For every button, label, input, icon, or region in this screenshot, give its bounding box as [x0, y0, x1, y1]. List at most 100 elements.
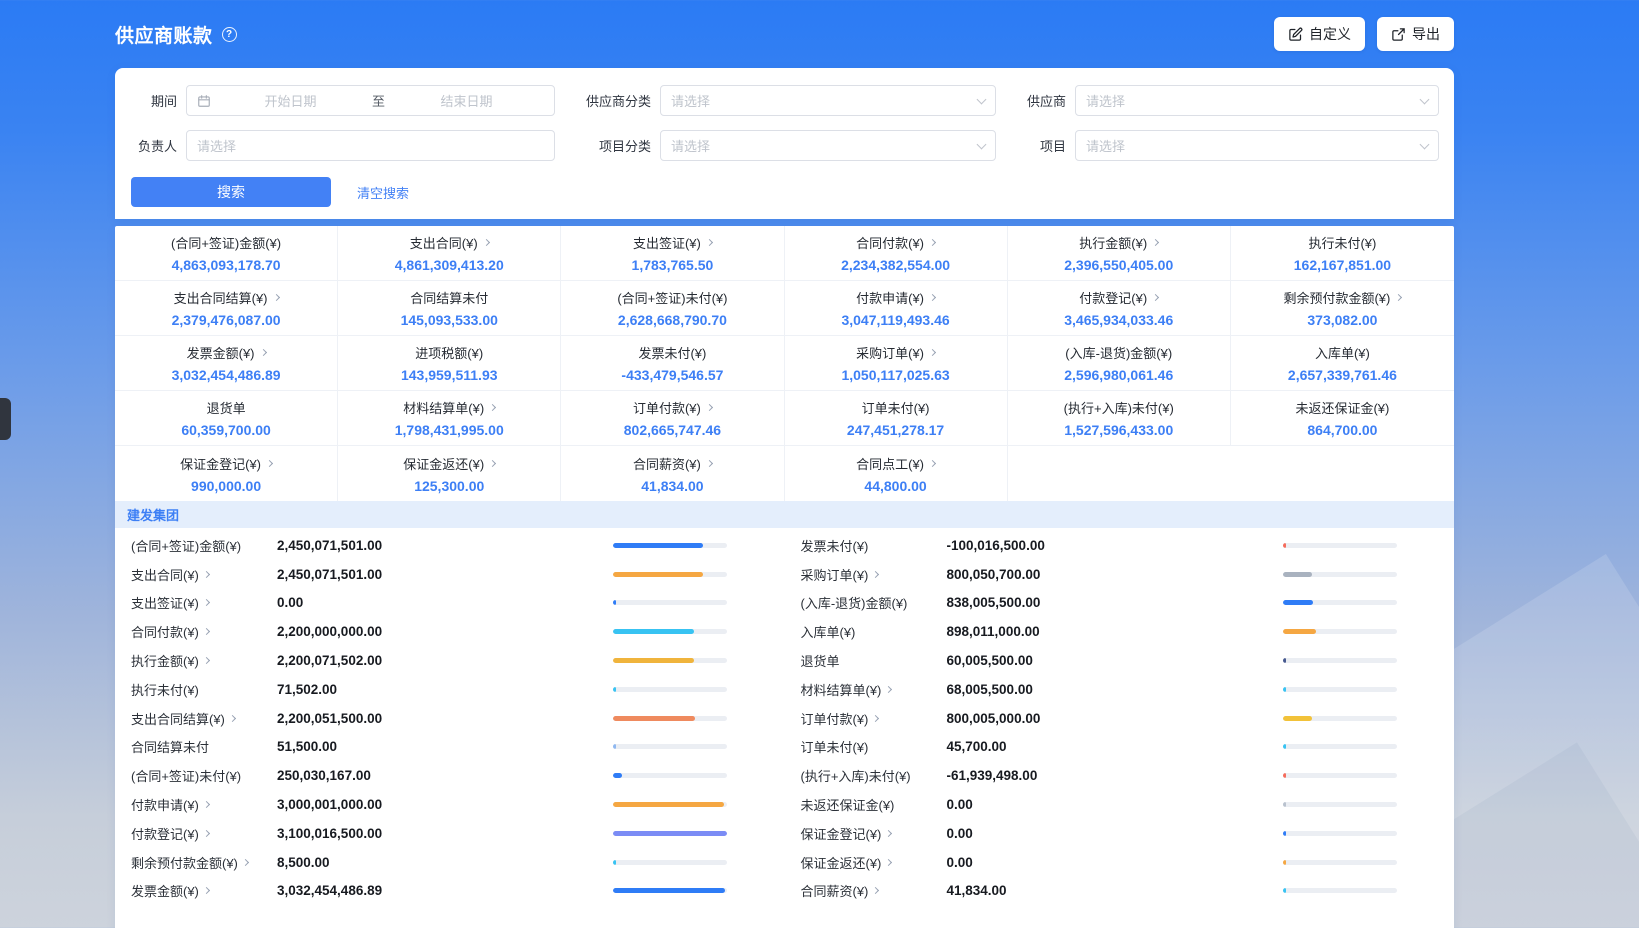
summary-metric-cell[interactable]: 合同点工(¥) 44,800.00 — [785, 446, 1008, 501]
progress-bar — [1283, 687, 1397, 692]
metric-value: 247,451,278.17 — [847, 422, 944, 438]
progress-bar-fill — [613, 860, 616, 865]
summary-metric-cell[interactable]: 支出合同(¥) 4,861,309,413.20 — [338, 226, 561, 281]
start-date-input[interactable]: 开始日期 — [213, 91, 368, 110]
progress-bar-fill — [1283, 572, 1313, 577]
export-icon — [1391, 27, 1406, 42]
date-range-picker[interactable]: 开始日期 至 结束日期 — [186, 85, 555, 116]
supplier-select[interactable]: 请选择 — [1075, 85, 1439, 116]
account-row[interactable]: 订单付款(¥) 800,005,000.00 — [785, 704, 1455, 733]
chevron-right-icon — [203, 599, 210, 606]
metric-label: 退货单 — [207, 398, 246, 417]
account-row[interactable]: 材料结算单(¥) 68,005,500.00 — [785, 675, 1455, 704]
customize-button[interactable]: 自定义 — [1274, 17, 1365, 51]
summary-metric-cell[interactable]: 订单付款(¥) 802,665,747.46 — [561, 391, 784, 446]
account-row: 入库单(¥) 898,011,000.00 — [785, 617, 1455, 646]
chevron-right-icon — [929, 239, 936, 246]
metric-label: 执行未付(¥) — [131, 680, 199, 699]
help-icon[interactable]: ? — [222, 27, 237, 42]
metric-label: 支出合同结算(¥) — [131, 709, 225, 728]
account-row[interactable]: 执行金额(¥) 2,200,071,502.00 — [115, 646, 785, 675]
account-row[interactable]: 保证金登记(¥) 0.00 — [785, 819, 1455, 848]
metric-value: 1,798,431,995.00 — [395, 422, 504, 438]
export-button[interactable]: 导出 — [1377, 17, 1454, 51]
metric-label: 入库单(¥) — [801, 622, 856, 641]
chevron-right-icon — [203, 628, 210, 635]
metric-label: 合同结算未付 — [410, 288, 488, 307]
chevron-right-icon — [272, 294, 279, 301]
chevron-down-icon — [1420, 94, 1430, 104]
chevron-right-icon — [706, 459, 713, 466]
metric-value: 143,959,511.93 — [401, 367, 498, 383]
metric-value: 8,500.00 — [277, 855, 613, 870]
progress-bar — [613, 860, 727, 865]
metric-value: 41,834.00 — [641, 478, 703, 494]
group-detail-left: (合同+签证)金额(¥) 2,450,071,501.00 支出合同(¥) 2,… — [115, 531, 785, 905]
progress-bar — [1283, 860, 1397, 865]
metric-value: 898,011,000.00 — [947, 624, 1283, 639]
summary-metric-cell[interactable]: 发票金额(¥) 3,032,454,486.89 — [115, 336, 338, 391]
metric-value: 45,700.00 — [947, 739, 1283, 754]
account-row[interactable]: 合同付款(¥) 2,200,000,000.00 — [115, 617, 785, 646]
chevron-right-icon — [885, 686, 892, 693]
progress-bar-fill — [613, 629, 694, 634]
project-placeholder: 请选择 — [1086, 136, 1421, 155]
summary-metric-cell: (合同+签证)未付(¥) 2,628,668,790.70 — [561, 281, 784, 336]
summary-metric-cell[interactable]: 保证金返还(¥) 125,300.00 — [338, 446, 561, 501]
metric-label: 材料结算单(¥) — [403, 398, 484, 417]
metric-label: 发票金额(¥) — [187, 343, 255, 362]
progress-bar — [613, 658, 727, 663]
account-row[interactable]: 付款申请(¥) 3,000,001,000.00 — [115, 790, 785, 819]
account-row[interactable]: 付款登记(¥) 3,100,016,500.00 — [115, 819, 785, 848]
progress-bar — [613, 600, 727, 605]
owner-select[interactable]: 请选择 — [186, 130, 555, 161]
chevron-right-icon — [706, 404, 713, 411]
progress-bar — [613, 802, 727, 807]
account-row[interactable]: 合同薪资(¥) 41,834.00 — [785, 877, 1455, 906]
account-row[interactable]: 支出签证(¥) 0.00 — [115, 589, 785, 618]
chevron-right-icon — [885, 859, 892, 866]
chevron-right-icon — [259, 349, 266, 356]
progress-bar — [613, 629, 727, 634]
search-button[interactable]: 搜索 — [131, 177, 331, 207]
metric-value: 3,032,454,486.89 — [172, 367, 281, 383]
account-row[interactable]: 发票金额(¥) 3,032,454,486.89 — [115, 877, 785, 906]
summary-metric-cell[interactable]: 合同薪资(¥) 41,834.00 — [561, 446, 784, 501]
summary-metric-cell[interactable]: 合同付款(¥) 2,234,382,554.00 — [785, 226, 1008, 281]
account-row[interactable]: 保证金返还(¥) 0.00 — [785, 848, 1455, 877]
side-drawer-handle[interactable] — [0, 398, 11, 440]
project-category-select[interactable]: 请选择 — [660, 130, 996, 161]
metric-value: 250,030,167.00 — [277, 768, 613, 783]
metric-value: 2,596,980,061.46 — [1064, 367, 1173, 383]
metric-value: 71,502.00 — [277, 682, 613, 697]
account-row: (合同+签证)未付(¥) 250,030,167.00 — [115, 761, 785, 790]
metric-label: 进项税额(¥) — [415, 343, 483, 362]
account-row[interactable]: 采购订单(¥) 800,050,700.00 — [785, 560, 1455, 589]
end-date-input[interactable]: 结束日期 — [389, 91, 544, 110]
account-row[interactable]: 支出合同(¥) 2,450,071,501.00 — [115, 560, 785, 589]
metric-label: 合同付款(¥) — [131, 622, 199, 641]
metric-value: 41,834.00 — [947, 883, 1283, 898]
project-label: 项目 — [1000, 136, 1066, 155]
metric-value: 2,450,071,501.00 — [277, 567, 613, 582]
summary-metric-cell[interactable]: 材料结算单(¥) 1,798,431,995.00 — [338, 391, 561, 446]
metric-value: 373,082.00 — [1307, 312, 1377, 328]
summary-metric-cell[interactable]: 执行金额(¥) 2,396,550,405.00 — [1008, 226, 1231, 281]
clear-search-link[interactable]: 清空搜索 — [357, 183, 409, 202]
account-row[interactable]: 支出合同结算(¥) 2,200,051,500.00 — [115, 704, 785, 733]
summary-metric-cell[interactable]: 付款申请(¥) 3,047,119,493.46 — [785, 281, 1008, 336]
progress-bar-fill — [1283, 831, 1286, 836]
supplier-category-select[interactable]: 请选择 — [660, 85, 996, 116]
chevron-right-icon — [872, 715, 879, 722]
chevron-right-icon — [203, 571, 210, 578]
account-row[interactable]: 剩余预付款金额(¥) 8,500.00 — [115, 848, 785, 877]
summary-metric-cell[interactable]: 采购订单(¥) 1,050,117,025.63 — [785, 336, 1008, 391]
summary-metric-cell[interactable]: 支出合同结算(¥) 2,379,476,087.00 — [115, 281, 338, 336]
metric-label: 保证金返还(¥) — [403, 454, 484, 473]
project-select[interactable]: 请选择 — [1075, 130, 1439, 161]
summary-metric-cell[interactable]: 付款登记(¥) 3,465,934,033.46 — [1008, 281, 1231, 336]
summary-metric-cell[interactable]: 保证金登记(¥) 990,000.00 — [115, 446, 338, 501]
summary-metric-cell[interactable]: 剩余预付款金额(¥) 373,082.00 — [1231, 281, 1454, 336]
summary-metric-cell[interactable]: 支出签证(¥) 1,783,765.50 — [561, 226, 784, 281]
progress-bar-fill — [613, 802, 724, 807]
